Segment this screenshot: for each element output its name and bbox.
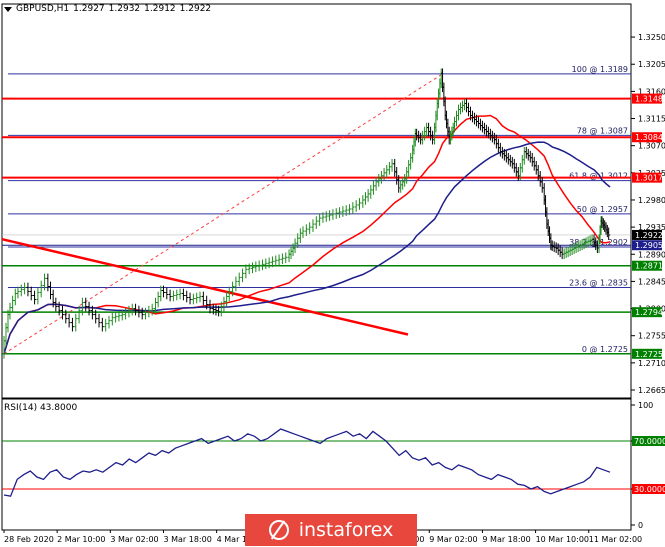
resistance-price-label: 1.3017 — [635, 174, 663, 183]
instaforex-logo-icon — [268, 520, 289, 540]
time-axis-tick-label: 9 Mar 02:00 — [429, 535, 477, 544]
price-panel-frame — [1, 3, 632, 399]
price-axis-tick-label: 1.2665 — [638, 386, 665, 395]
open-value: 1.2927 — [73, 4, 105, 14]
resistance-price-label: 1.3148 — [635, 95, 663, 104]
price-axis-tick-label: 1.2845 — [638, 277, 665, 286]
price-axis-tick-label: 1.3205 — [638, 60, 665, 69]
support-price-label: 1.2725 — [635, 350, 663, 359]
rsi-axis-tick-label: 0 — [638, 521, 643, 530]
fib-level-label: 50 @ 1.2957 — [577, 205, 628, 214]
resistance-price-label: 1.3084 — [635, 133, 663, 142]
fib-level-label: 78 @ 1.3087 — [577, 126, 628, 135]
support-price-label: 1.2794 — [635, 308, 663, 317]
fib-level-label: 0 @ 1.2725 — [582, 345, 628, 354]
price-axis-tick-label: 1.2755 — [638, 332, 665, 341]
moving-average-red — [3, 114, 611, 355]
rsi-level-label: 70.0000 — [634, 437, 665, 446]
rsi-axis-tick-label: 100 — [638, 401, 653, 410]
time-axis-tick-label: 9 Mar 18:00 — [482, 535, 530, 544]
time-axis-tick-label: 3 Mar 18:00 — [163, 535, 211, 544]
close-value: 1.2922 — [179, 4, 212, 14]
rsi-level-label: 30.0000 — [634, 485, 665, 494]
level-price-label: 1.2905 — [635, 241, 663, 250]
fib-level-label: 61.8 @ 1.3012 — [569, 172, 628, 181]
time-axis-tick-label: 2 Mar 10:00 — [57, 535, 105, 544]
fib-level-label: 100 @ 1.3189 — [572, 65, 628, 74]
price-axis-tick-label: 1.2710 — [638, 359, 665, 368]
time-axis-tick-label: 11 Mar 02:00 — [589, 535, 642, 544]
time-axis-tick-label: 10 Mar 10:00 — [536, 535, 589, 544]
current-price-label: 1.2922 — [635, 231, 663, 240]
rsi-panel-frame — [1, 398, 632, 531]
watermark: instaforex — [245, 514, 417, 546]
downtrend-line — [1, 237, 409, 336]
chart-canvas: 1.32501.32051.31601.31151.30701.30251.29… — [1, 3, 665, 544]
chart-title: GBPUSD,H1 1.2927 1.2932 1.2912 1.2922 — [4, 3, 211, 15]
rsi-title: RSI(14) 43.8000 — [4, 403, 78, 413]
time-axis-tick-label: 28 Feb 2020 — [4, 535, 54, 544]
price-axis-tick-label: 1.2980 — [638, 196, 665, 205]
support-price-label: 1.2871 — [635, 262, 663, 271]
time-axis-tick-label: 3 Mar 02:00 — [110, 535, 158, 544]
price-axis-tick-label: 1.2890 — [638, 250, 665, 259]
symbol-label: GBPUSD,H1 — [16, 4, 70, 14]
low-value: 1.2912 — [144, 4, 176, 14]
fib-level-label: 23.6 @ 1.2835 — [569, 278, 628, 287]
watermark-text: instaforex — [298, 519, 394, 541]
price-axis-tick-label: 1.3250 — [638, 33, 665, 42]
price-axis-tick-label: 1.3115 — [638, 115, 665, 124]
price-axis-tick-label: 1.3070 — [638, 142, 665, 151]
high-value: 1.2932 — [108, 4, 141, 14]
moving-average-blue — [3, 141, 611, 355]
rsi-line — [3, 428, 611, 497]
collapse-triangle-icon[interactable] — [4, 6, 12, 12]
